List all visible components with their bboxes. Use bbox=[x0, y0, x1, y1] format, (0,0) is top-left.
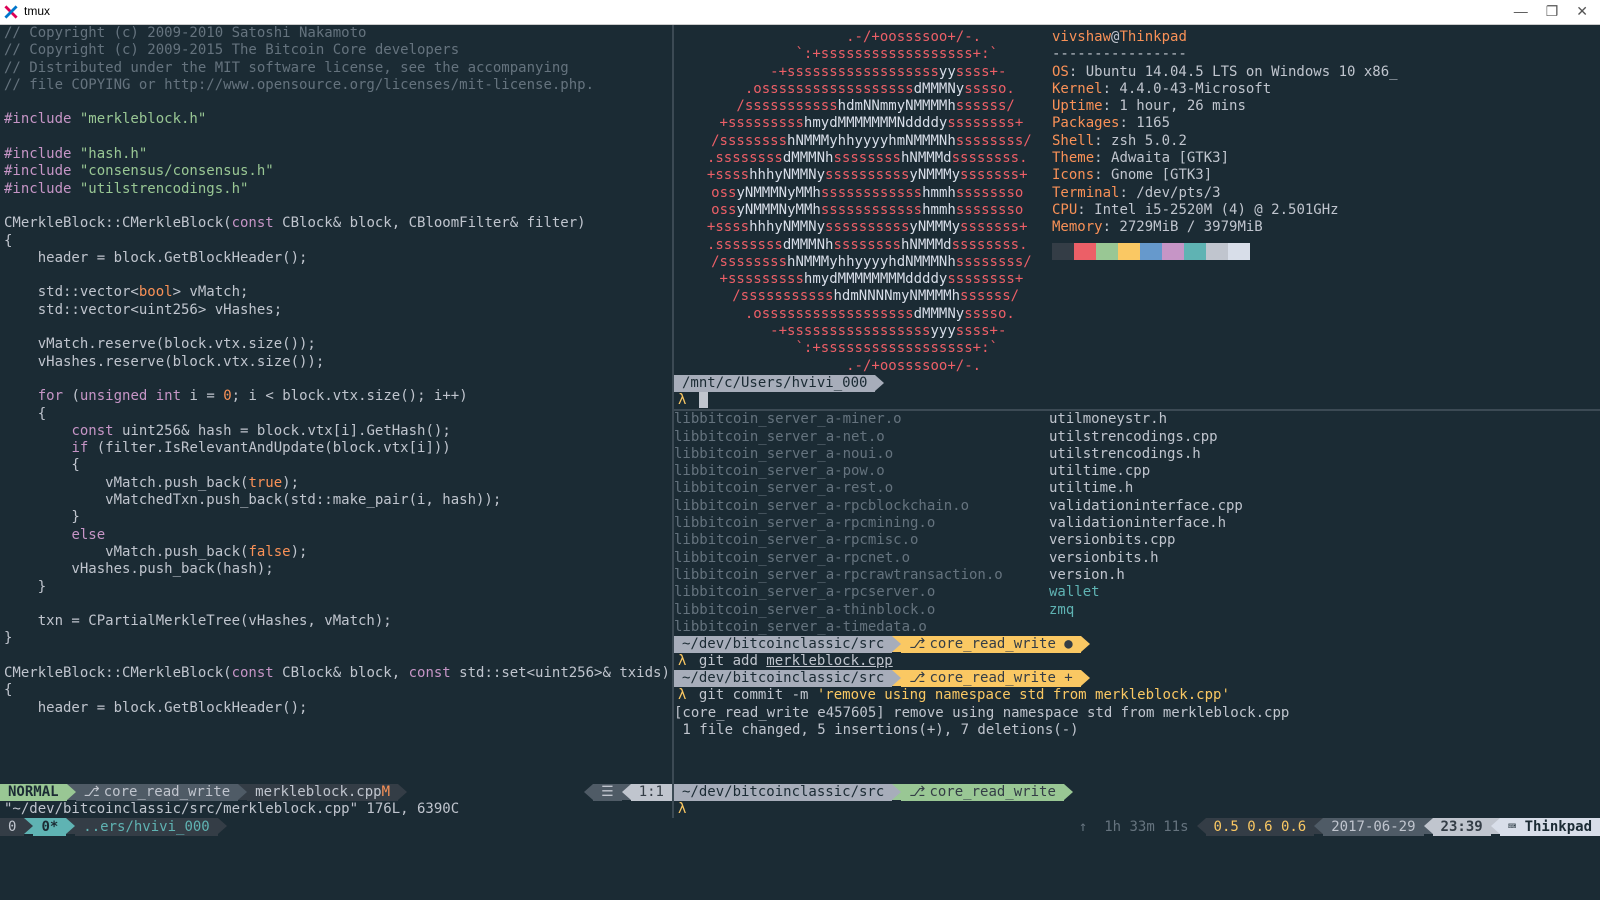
tmux-date: 2017-06-29 bbox=[1323, 818, 1423, 836]
window-title: tmux bbox=[24, 3, 50, 20]
vim-fileinfo: "~/dev/bitcoinclassic/src/merkleblock.cp… bbox=[0, 801, 672, 818]
maximize-button[interactable]: ❐ bbox=[1546, 3, 1559, 20]
editor-pane[interactable]: // Copyright (c) 2009-2010 Satoshi Nakam… bbox=[0, 25, 672, 784]
tmux-load: 0.5 0.6 0.6 bbox=[1206, 818, 1315, 836]
app-icon bbox=[4, 5, 18, 19]
tmux-path: ..ers/hvivi_000 bbox=[75, 818, 217, 836]
tmux-statusbar: 0 0* ..ers/hvivi_000 ↑ 1h 33m 11s 0.5 0.… bbox=[0, 818, 1600, 836]
close-button[interactable]: ✕ bbox=[1576, 3, 1588, 20]
minimize-button[interactable]: — bbox=[1514, 3, 1528, 20]
prompt-lambda: λ bbox=[674, 392, 690, 408]
tmux-host: ⌨ Thinkpad bbox=[1500, 818, 1600, 836]
neofetch-info: vivshaw@Thinkpad ---------------- OS: Ub… bbox=[1052, 25, 1600, 409]
vim-position: 1:1 bbox=[631, 784, 672, 801]
window-titlebar: tmux — ❐ ✕ bbox=[0, 0, 1600, 25]
neofetch-separator: ---------------- bbox=[1052, 46, 1600, 63]
tmux-window[interactable]: 0* bbox=[33, 818, 66, 836]
file-list-left: libbitcoin_server_a-miner.o libbitcoin_s… bbox=[674, 411, 1049, 636]
vim-filename: merkleblock.cpp M bbox=[247, 784, 398, 801]
tmux-uptime: ↑ 1h 33m 11s bbox=[1071, 818, 1197, 836]
vim-branch: core_read_write bbox=[76, 784, 239, 801]
vim-statusline: NORMAL core_read_write merkleblock.cpp M… bbox=[0, 784, 672, 801]
shell-pane-bottom[interactable]: libbitcoin_server_a-miner.o libbitcoin_s… bbox=[674, 411, 1600, 784]
tmux-time: 23:39 bbox=[1433, 818, 1491, 836]
neofetch-logo: .-/+oossssoo+/-. `:+ssssssssssssssssss+:… bbox=[674, 25, 1052, 409]
shell-pane-top[interactable]: .-/+oossssoo+/-. `:+ssssssssssssssssss+:… bbox=[674, 25, 1600, 409]
tmux-session[interactable]: 0 bbox=[0, 818, 24, 836]
vim-mode: NORMAL bbox=[0, 784, 67, 801]
file-list-right: utilmoneystr.h utilstrencodings.cpp util… bbox=[1049, 411, 1424, 636]
code-area[interactable]: // Copyright (c) 2009-2010 Satoshi Nakam… bbox=[0, 25, 672, 717]
cursor bbox=[699, 392, 708, 408]
prompt-path: /mnt/c/Users/hvivi_000 bbox=[674, 375, 875, 392]
color-palette bbox=[1052, 243, 1600, 260]
